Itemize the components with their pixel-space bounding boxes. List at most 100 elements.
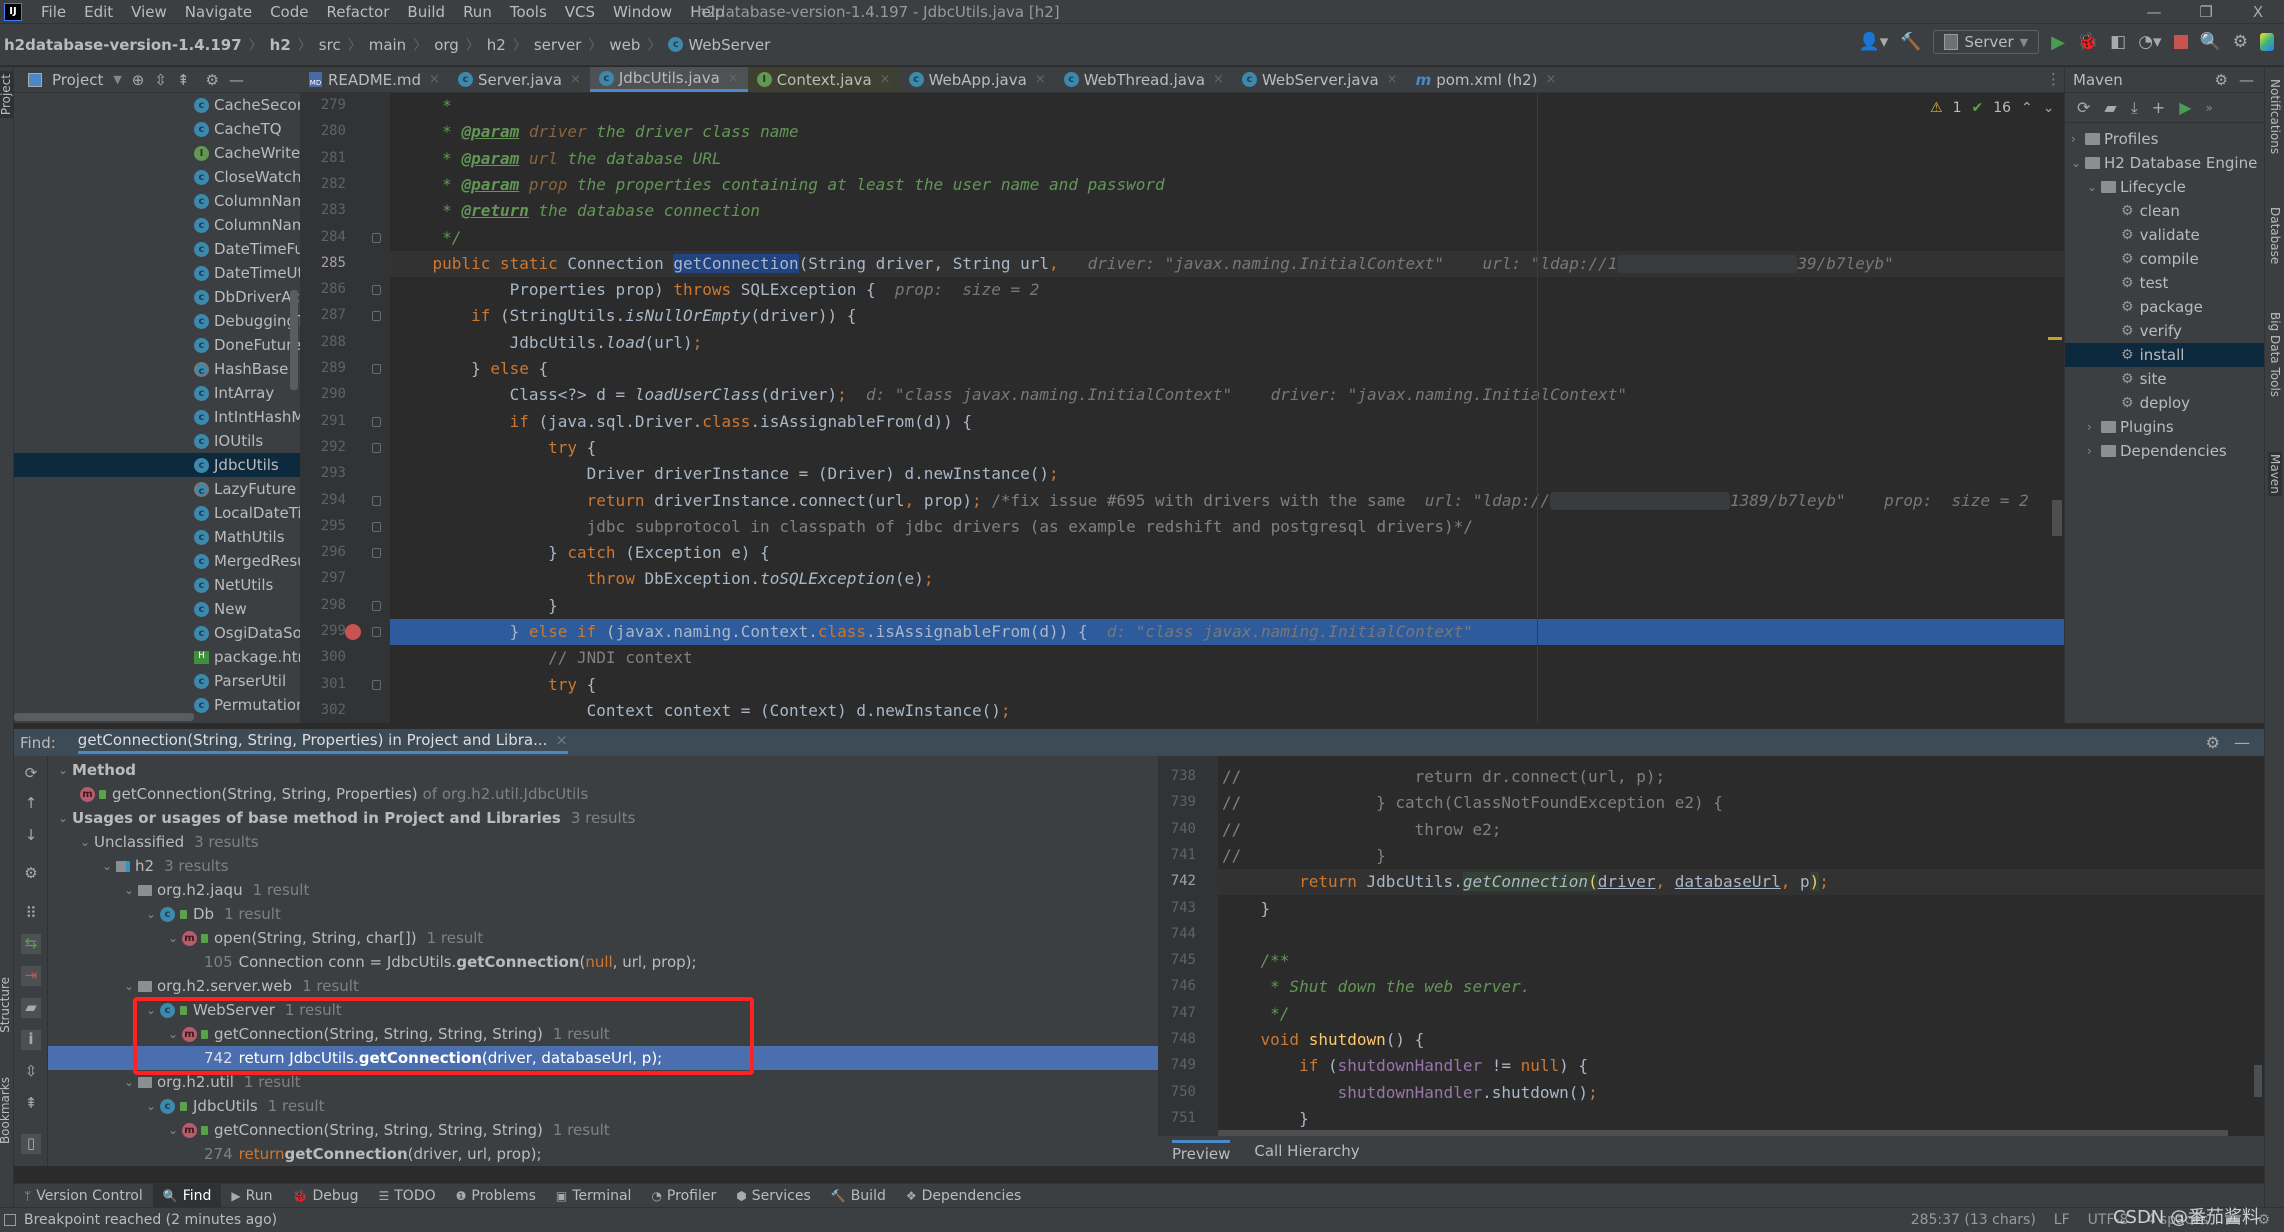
- run-maven-goal-icon[interactable]: ▶: [2179, 98, 2191, 117]
- plugin-logo-icon[interactable]: [2260, 33, 2274, 51]
- chevron-down-icon[interactable]: ⌄: [124, 979, 138, 993]
- project-tree-item[interactable]: c ColumnNam: [194, 213, 300, 237]
- preview-code-line[interactable]: // }: [1218, 843, 2264, 869]
- run-configuration-select[interactable]: Server ▼: [1933, 30, 2040, 54]
- code-line[interactable]: try {: [390, 435, 2064, 461]
- preview-toggle-icon[interactable]: ▯: [21, 1134, 41, 1154]
- breadcrumb-item[interactable]: c WebServer: [668, 36, 770, 54]
- menu-window[interactable]: Window: [604, 3, 681, 21]
- project-tree-item[interactable]: c DbDriverAct: [194, 285, 300, 309]
- code-line[interactable]: Driver driverInstance = (Driver) d.newIn…: [390, 461, 2064, 487]
- maven-tool-tab[interactable]: Maven: [2268, 452, 2282, 496]
- bookmarks-tool-tab[interactable]: Bookmarks: [0, 1077, 12, 1144]
- code-line[interactable]: throw DbException.toSQLException(e);: [390, 566, 2064, 592]
- expand-all-icon[interactable]: ⇳: [154, 71, 167, 89]
- fold-marker-icon[interactable]: [372, 627, 381, 637]
- preview-code-line[interactable]: * Shut down the web server.: [1218, 974, 2264, 1000]
- breadcrumb-item[interactable]: server: [534, 36, 581, 54]
- code-line[interactable]: *: [390, 93, 2064, 119]
- debug-icon[interactable]: 🐞: [2077, 32, 2098, 52]
- project-tree-item[interactable]: c DateTimeFu: [194, 237, 300, 261]
- close-tab-icon[interactable]: ×: [728, 71, 739, 86]
- fold-marker-icon[interactable]: [372, 232, 381, 243]
- menu-file[interactable]: File: [32, 3, 75, 21]
- chevron-down-icon[interactable]: ⌄: [102, 859, 116, 873]
- find-tree-node[interactable]: ⌄ Method: [58, 758, 136, 782]
- code-line[interactable]: Properties prop) throws SQLException { p…: [390, 277, 2064, 303]
- code-line[interactable]: Class<?> d = loadUserClass(driver); d: "…: [390, 382, 2064, 408]
- project-tree-item[interactable]: c Permutation: [194, 693, 300, 717]
- chevron-down-icon[interactable]: ⌄: [168, 1123, 182, 1137]
- project-vertical-scrollbar[interactable]: [290, 290, 298, 390]
- code-line[interactable]: Context context = (Context) d.newInstanc…: [390, 698, 2064, 723]
- expand-all-icon[interactable]: ⇳: [21, 1062, 41, 1082]
- chevron-down-icon[interactable]: ⌄: [58, 811, 72, 825]
- minimize-button[interactable]: —: [2128, 0, 2180, 24]
- hide-panel-icon[interactable]: —: [2239, 71, 2254, 89]
- collapse-all-icon[interactable]: ⇞: [177, 71, 190, 89]
- code-line[interactable]: * @param url the database URL: [390, 146, 2064, 172]
- chevron-right-icon[interactable]: ›: [2087, 420, 2101, 434]
- group-by-icon[interactable]: ⠿: [21, 904, 41, 924]
- gear-icon[interactable]: ⚙: [2206, 733, 2220, 752]
- find-tree-node[interactable]: ⌄ org.h2.server.web 1 result: [124, 974, 359, 998]
- preview-code-line[interactable]: // return dr.connect(url, p);: [1218, 764, 2264, 790]
- code-line[interactable]: public static Connection getConnection(S…: [390, 250, 2064, 277]
- code-line[interactable]: if (java.sql.Driver.class.isAssignableFr…: [390, 409, 2064, 435]
- project-tree-item[interactable]: c MathUtils: [194, 525, 300, 549]
- fold-marker-icon[interactable]: [372, 679, 381, 690]
- preview-code-line[interactable]: // } catch(ClassNotFoundException e2) {: [1218, 790, 2264, 816]
- project-tree-item[interactable]: c CloseWatch: [194, 165, 300, 189]
- fold-marker-icon[interactable]: [372, 495, 381, 506]
- usage-preview[interactable]: // return dr.connect(url, p);// } catch(…: [1158, 756, 2264, 1136]
- code-line[interactable]: jdbc subprotocol in classpath of jdbc dr…: [390, 514, 2064, 540]
- maximize-button[interactable]: ❐: [2180, 0, 2232, 24]
- preview-code-line[interactable]: if (shutdownHandler != null) {: [1218, 1053, 2264, 1079]
- project-tree-item[interactable]: c DoneFuture: [194, 333, 300, 357]
- code-line[interactable]: */: [390, 225, 2064, 251]
- tool-button-terminal[interactable]: ▣ Terminal: [546, 1184, 642, 1208]
- more-icon[interactable]: »: [2206, 101, 2213, 115]
- chevron-down-icon[interactable]: ⌄: [124, 883, 138, 897]
- export-usages-icon[interactable]: ⇥: [21, 966, 41, 986]
- project-tree-item[interactable]: c IntArray: [194, 381, 300, 405]
- tab-call-hierarchy[interactable]: Call Hierarchy: [1254, 1142, 1359, 1160]
- close-tab-icon[interactable]: ×: [429, 72, 440, 87]
- tool-button-run[interactable]: ▶ Run: [221, 1184, 282, 1208]
- breadcrumb-item[interactable]: src: [319, 36, 341, 54]
- breadcrumb-item[interactable]: main: [369, 36, 406, 54]
- code-line[interactable]: JdbcUtils.load(url);: [390, 330, 2064, 356]
- code-line[interactable]: * @return the database connection: [390, 198, 2064, 224]
- chevron-down-icon[interactable]: ⌄: [58, 763, 72, 777]
- find-tree-node[interactable]: ⌄ m open(String, String, char[]) 1 result: [168, 926, 483, 950]
- import-usages-icon[interactable]: ⇆: [21, 934, 41, 954]
- close-tab-icon[interactable]: ×: [880, 72, 891, 87]
- fold-marker-icon[interactable]: [372, 600, 381, 611]
- close-window-button[interactable]: X: [2232, 0, 2284, 24]
- tab-jdbcutils-java[interactable]: c JdbcUtils.java ×: [589, 67, 748, 92]
- chevron-right-icon[interactable]: ›: [2087, 444, 2101, 458]
- menu-tools[interactable]: Tools: [501, 3, 556, 21]
- previous-occurrence-icon[interactable]: ↑: [21, 794, 41, 814]
- find-tree-node[interactable]: ⌄ m getConnection(String, String, String, …: [168, 1118, 610, 1142]
- tool-button-debug[interactable]: 🐞 Debug: [282, 1184, 368, 1208]
- tab-preview[interactable]: Preview: [1172, 1139, 1231, 1163]
- search-everywhere-icon[interactable]: 🔍: [2200, 32, 2221, 52]
- find-tree-node[interactable]: ⌄ Unclassified 3 results: [80, 830, 259, 854]
- project-tree-item[interactable]: c DateTimeUti: [194, 261, 300, 285]
- code-line[interactable]: * @param driver the driver class name: [390, 119, 2064, 145]
- tool-button-problems[interactable]: ❶ Problems: [446, 1184, 546, 1208]
- code-line[interactable]: * @param prop the properties containing …: [390, 172, 2064, 198]
- maven-goal-package[interactable]: ⚙ package: [2109, 295, 2203, 319]
- find-tree-node[interactable]: m getConnection(String, String, Propertie…: [80, 782, 588, 806]
- line-separator[interactable]: LF: [2054, 1212, 2070, 1228]
- code-line[interactable]: try {: [390, 672, 2064, 698]
- tool-button-dependencies[interactable]: ❖ Dependencies: [896, 1184, 1031, 1208]
- project-tree-item[interactable]: c MergedResu: [194, 549, 300, 573]
- maven-node-dependencies[interactable]: › Dependencies: [2087, 439, 2227, 463]
- tool-button-build[interactable]: 🔨 Build: [821, 1184, 896, 1208]
- tool-button-version-control[interactable]: ᛘ Version Control: [14, 1184, 153, 1208]
- hide-panel-icon[interactable]: —: [2234, 733, 2250, 752]
- usage-row[interactable]: 274 return getConnection (driver, url, pro…: [190, 1142, 542, 1166]
- maven-goal-site[interactable]: ⚙ site: [2109, 367, 2167, 391]
